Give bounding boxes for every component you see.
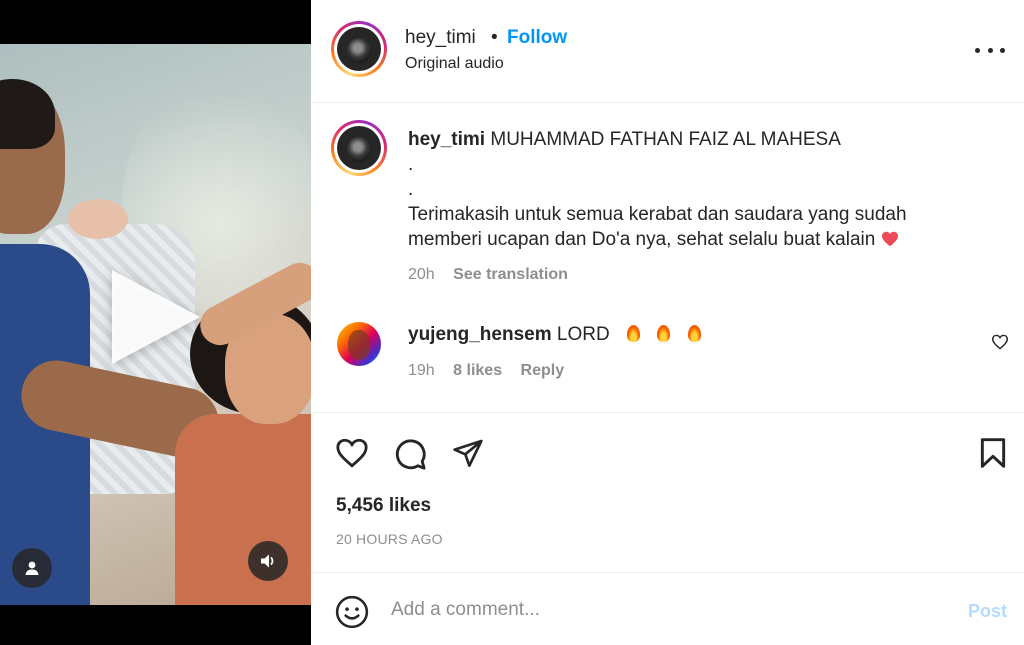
volume-icon xyxy=(261,554,274,568)
add-comment-bar: Post xyxy=(311,572,1024,645)
like-count[interactable]: 5,456 likes xyxy=(336,495,431,517)
user-icon xyxy=(25,561,39,575)
comment-input[interactable] xyxy=(391,593,931,627)
comment-text: LORD xyxy=(556,324,610,345)
fire-emoji-icon xyxy=(657,325,671,342)
video-man-hair xyxy=(0,79,55,149)
post-timestamp[interactable]: 20 HOURS AGO xyxy=(336,531,443,547)
video-baby xyxy=(68,199,128,239)
more-icon xyxy=(975,47,980,53)
audio-link[interactable]: Original audio xyxy=(405,55,504,73)
author-avatar[interactable] xyxy=(331,21,387,77)
comment-time[interactable]: 19h xyxy=(408,362,435,379)
comment-like-heart-icon[interactable] xyxy=(991,334,1009,350)
action-bar: 5,456 likes 20 HOURS AGO xyxy=(311,412,1024,572)
commenter-avatar[interactable] xyxy=(337,322,381,366)
post-details-panel: hey_timi • Follow Original audio hey_tim… xyxy=(311,0,1024,645)
play-icon[interactable] xyxy=(112,270,200,364)
see-translation-button[interactable]: See translation xyxy=(453,266,568,283)
media-panel xyxy=(0,0,311,645)
more-options-button[interactable] xyxy=(975,38,1005,62)
header-separator: • xyxy=(491,27,498,48)
caption-dot: . xyxy=(408,154,414,175)
comment-likes[interactable]: 8 likes xyxy=(453,362,502,379)
caption-meta: 20h See translation xyxy=(408,266,582,284)
fire-emoji-icon xyxy=(687,325,701,342)
comment-icon[interactable] xyxy=(393,437,427,471)
caption-dot: . xyxy=(408,179,414,200)
caption: hey_timi MUHAMMAD FATHAN FAIZ AL MAHESA … xyxy=(408,127,968,252)
reply-button[interactable]: Reply xyxy=(521,362,565,379)
post-viewer: hey_timi • Follow Original audio hey_tim… xyxy=(0,0,1024,645)
video-woman-top xyxy=(175,414,311,605)
emoji-icon[interactable] xyxy=(335,595,369,629)
heart-icon[interactable] xyxy=(335,437,369,469)
author-username[interactable]: hey_timi xyxy=(405,27,476,49)
caption-body: Terimakasih untuk semua kerabat dan saud… xyxy=(408,204,907,250)
comment-meta: 19h 8 likes Reply xyxy=(408,362,578,380)
fire-emoji-icon xyxy=(626,325,640,342)
post-comment-button[interactable]: Post xyxy=(968,601,1007,622)
share-icon[interactable] xyxy=(451,437,485,469)
caption-time[interactable]: 20h xyxy=(408,266,435,283)
tagged-users-button[interactable] xyxy=(12,548,52,588)
commenter-username[interactable]: yujeng_hensem xyxy=(408,324,552,345)
caption-username[interactable]: hey_timi xyxy=(408,129,485,150)
comment: yujeng_hensem LORD xyxy=(408,324,701,346)
mute-button[interactable] xyxy=(248,541,288,581)
caption-avatar[interactable] xyxy=(331,120,387,176)
post-header: hey_timi • Follow Original audio xyxy=(311,0,1024,103)
heart-emoji xyxy=(881,229,899,250)
caption-title: MUHAMMAD FATHAN FAIZ AL MAHESA xyxy=(490,129,841,150)
follow-button[interactable]: Follow xyxy=(507,27,567,49)
bookmark-icon[interactable] xyxy=(979,437,1007,469)
